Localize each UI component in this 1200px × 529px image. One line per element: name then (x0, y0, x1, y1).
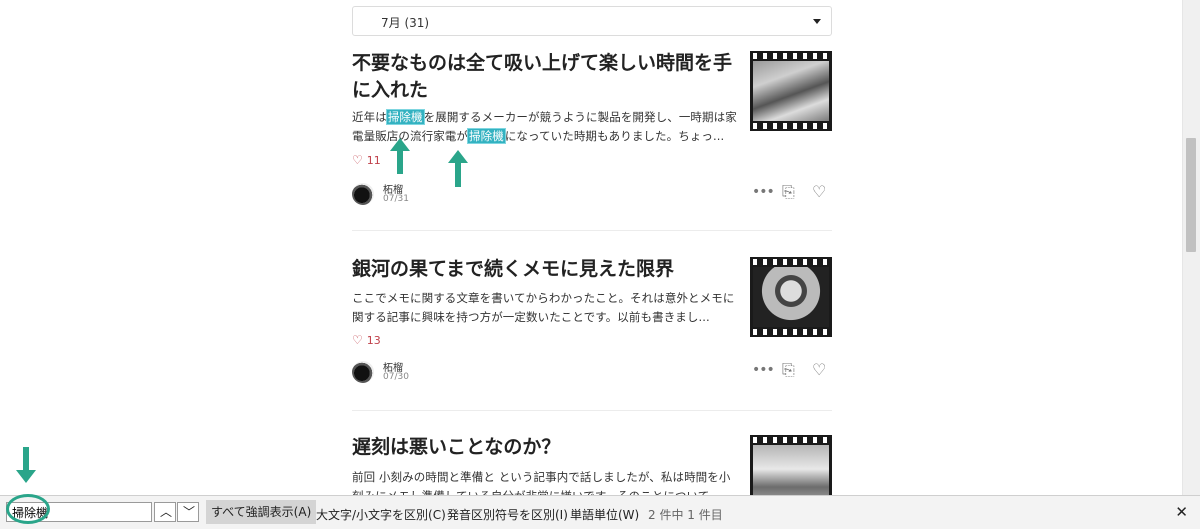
post-date: 07/31 (383, 194, 409, 204)
close-icon[interactable]: ✕ (1175, 503, 1188, 521)
find-previous-button[interactable]: ︿ (154, 502, 176, 522)
avatar[interactable] (352, 183, 374, 205)
divider (352, 410, 832, 411)
annotation-arrow (16, 447, 36, 483)
match-case-toggle[interactable]: 大文字/小文字を区別(C) (316, 506, 446, 523)
article-title[interactable]: 遅刻は悪いことなのか？ (352, 434, 737, 461)
chevron-up-icon: ︿ (160, 505, 173, 519)
article-thumbnail[interactable] (750, 51, 832, 131)
search-highlight: 掃除機 (467, 128, 506, 144)
whole-words-toggle[interactable]: 単語単位(W) (570, 506, 639, 523)
article-title[interactable]: 銀河の果てまで続くメモに見えた限界 (352, 256, 737, 283)
like-count[interactable]: ♡ 13 (352, 333, 381, 347)
chevron-down-icon (813, 19, 821, 24)
annotation-arrow (448, 150, 468, 187)
article-title[interactable]: 不要なものは全て吸い上げて楽しい時間を手に入れた (352, 50, 737, 104)
highlight-all-button[interactable]: すべて強調表示(A) (206, 500, 317, 524)
article-thumbnail[interactable] (750, 435, 832, 496)
month-select-label: 7月 (31) (381, 16, 430, 30)
like-count[interactable]: ♡ 11 (352, 153, 381, 167)
heart-icon: ♡ (352, 333, 363, 347)
annotation-arrow (390, 138, 410, 174)
divider (352, 230, 832, 231)
find-next-button[interactable]: ﹀ (177, 502, 199, 522)
scrollbar[interactable] (1182, 0, 1200, 495)
article-excerpt: 前回 小刻みの時間と準備と という記事内で話しましたが、私は時間を小刻みにメモし… (352, 470, 731, 496)
article-excerpt: ここでメモに関する文章を書いてからわかったこと。それは意外とメモに関する記事に興… (352, 291, 735, 324)
month-select[interactable]: 7月 (31) (352, 6, 832, 36)
article-card: 遅刻は悪いことなのか？ 前回 小刻みの時間と準備と という記事内で話しましたが、… (352, 434, 832, 496)
heart-icon: ♡ (352, 153, 363, 167)
article-card: 銀河の果てまで続くメモに見えた限界 ここでメモに関する文章を書いてからわかったこ… (352, 256, 832, 396)
heart-icon[interactable]: ♡ (812, 361, 826, 379)
article-actions: ••• ⎘ ♡ (752, 183, 834, 203)
article-excerpt: 近年は掃除機を展開するメーカーが競うように製品を開発し、一時期は家電量販店の流行… (352, 109, 737, 144)
more-icon[interactable]: ••• (752, 183, 775, 201)
find-input[interactable] (6, 502, 152, 522)
scrollbar-thumb[interactable] (1186, 138, 1196, 252)
heart-icon[interactable]: ♡ (812, 183, 826, 201)
article-thumbnail[interactable] (750, 257, 832, 337)
article-card: 不要なものは全て吸い上げて楽しい時間を手に入れた 近年は掃除機を展開するメーカー… (352, 50, 832, 210)
avatar[interactable] (352, 361, 374, 383)
search-highlight: 掃除機 (385, 109, 425, 125)
find-bar: ︿ ﹀ すべて強調表示(A) 大文字/小文字を区別(C) 発音区別符号を区別(I… (0, 494, 1200, 529)
post-date: 07/30 (383, 372, 409, 382)
chevron-down-icon: ﹀ (183, 505, 196, 519)
book-add-icon[interactable]: ⎘ (782, 183, 795, 201)
book-add-icon[interactable]: ⎘ (782, 361, 795, 379)
match-diacritics-toggle[interactable]: 発音区別符号を区別(I) (447, 506, 568, 523)
article-actions: ••• ⎘ ♡ (752, 361, 834, 381)
match-count: 2 件中 1 件目 (648, 508, 723, 522)
more-icon[interactable]: ••• (752, 361, 775, 379)
